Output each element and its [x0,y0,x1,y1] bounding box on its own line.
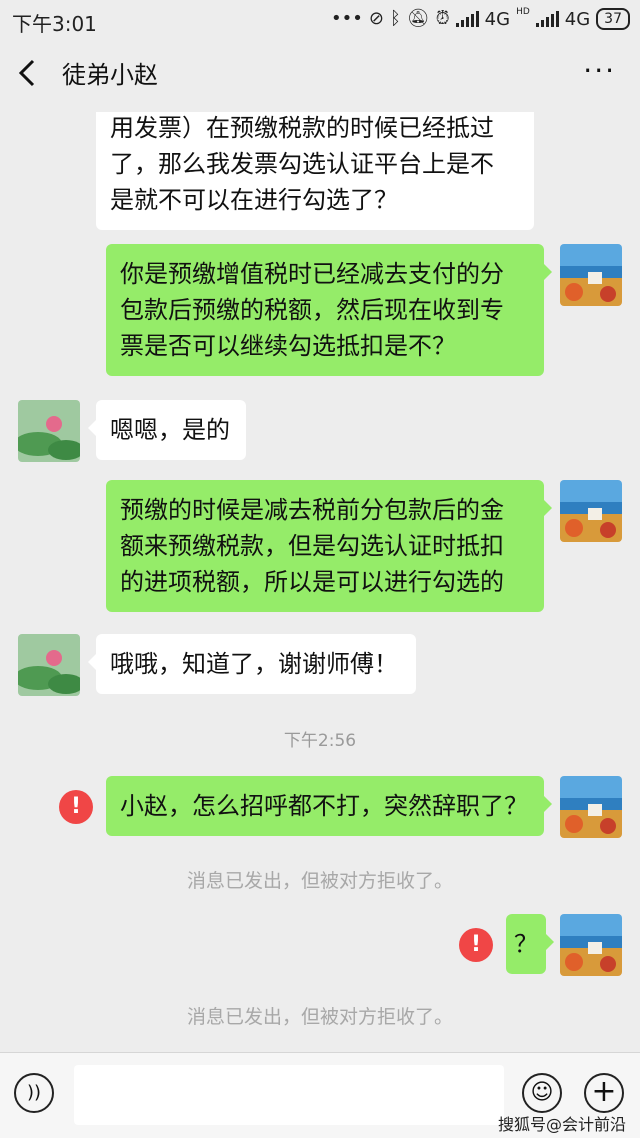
back-button[interactable] [18,58,36,96]
contact-avatar[interactable] [18,400,80,462]
message-line: ？ [514,930,538,958]
status-icons: ••• ⊘ ᛒ 🔕︎ ⏰︎ 4G HD 4G 37 [331,8,630,30]
contact-avatar[interactable] [18,634,80,696]
message-outgoing[interactable]: 预缴的时候是减去税前分包款后的金 额来预缴税款，但是勾选认证时抵扣 的进项税额，… [106,480,552,612]
rejected-notice: 消息已发出，但被对方拒收了。 [186,870,453,892]
more-notifications-icon: ••• [330,8,363,29]
my-avatar[interactable] [560,914,622,976]
message-outgoing[interactable]: 小赵，怎么招呼都不打，突然辞职了？ [106,776,552,836]
message-line: 的进项税额，所以是可以进行勾选的 [120,568,504,596]
plus-icon: + [591,1074,617,1109]
signal-icon-2 [535,11,559,27]
message-line: 了，那么我发票勾选认证平台上是不 [110,150,494,178]
alarm-icon: ⏰︎ [435,8,450,29]
my-avatar[interactable] [560,244,622,306]
chat-timestamp: 下午2:56 [283,731,357,751]
message-incoming[interactable]: 嗯嗯，是的 [88,400,246,460]
message-line: 嗯嗯，是的 [110,416,230,444]
signal-icon [455,11,479,27]
emoji-button[interactable]: ☺ [522,1073,562,1113]
chat-history[interactable]: 用发票）在预缴税款的时候已经抵过 了，那么我发票勾选认证平台上是不 是就不可以在… [0,112,640,1052]
back-arrow-icon [18,59,35,87]
bluetooth-icon: ᛒ [389,8,401,29]
status-time: 下午3:01 [12,12,97,36]
message-incoming[interactable]: 哦哦，知道了，谢谢师傅！ [88,634,416,694]
rejected-notice: 消息已发出，但被对方拒收了。 [186,1006,453,1028]
hd-badge: HD [516,7,530,17]
chat-header: 徒弟小赵 ··· [0,40,640,112]
message-line: 哦哦，知道了，谢谢师傅！ [110,650,398,678]
network-type-1: 4G [484,8,511,30]
my-avatar[interactable] [560,480,622,542]
send-failed-icon[interactable]: ! [459,928,493,962]
message-outgoing[interactable]: 你是预缴增值税时已经减去支付的分 包款后预缴的税额，然后现在收到专 票是否可以继… [106,244,552,376]
message-line: 票是否可以继续勾选抵扣是不？ [120,332,456,360]
message-line: 用发票）在预缴税款的时候已经抵过 [110,114,494,142]
input-bar: )) ☺ + 搜狐号@会计前沿 [0,1052,640,1138]
message-incoming[interactable]: 用发票）在预缴税款的时候已经抵过 了，那么我发票勾选认证平台上是不 是就不可以在… [96,112,534,230]
battery-indicator: 37 [596,8,630,30]
emoji-icon: ☺ [530,1080,554,1105]
mute-bell-icon: 🔕︎ [406,8,430,29]
message-line: 额来预缴税款，但是勾选认证时抵扣 [120,532,504,560]
message-line: 预缴的时候是减去税前分包款后的金 [120,496,504,524]
status-bar: 下午3:01 ••• ⊘ ᛒ 🔕︎ ⏰︎ 4G HD 4G 37 [0,0,640,40]
voice-input-button[interactable]: )) [14,1073,54,1113]
send-failed-icon[interactable]: ! [59,790,93,824]
message-line: 包款后预缴的税额，然后现在收到专 [120,296,504,324]
more-functions-button[interactable]: + [584,1073,624,1113]
chat-title: 徒弟小赵 [62,61,158,89]
message-outgoing[interactable]: ？ [506,914,554,974]
link-icon: ⊘ [368,8,384,29]
message-line: 你是预缴增值税时已经减去支付的分 [120,260,504,288]
more-options-button[interactable]: ··· [583,54,616,87]
network-type-2: 4G [564,8,591,30]
my-avatar[interactable] [560,776,622,838]
message-line: 小赵，怎么招呼都不打，突然辞职了？ [120,792,528,820]
watermark: 搜狐号@会计前沿 [497,1115,626,1134]
voice-icon: )) [26,1082,42,1103]
message-input[interactable] [74,1065,504,1125]
message-line: 是就不可以在进行勾选了？ [110,186,398,214]
